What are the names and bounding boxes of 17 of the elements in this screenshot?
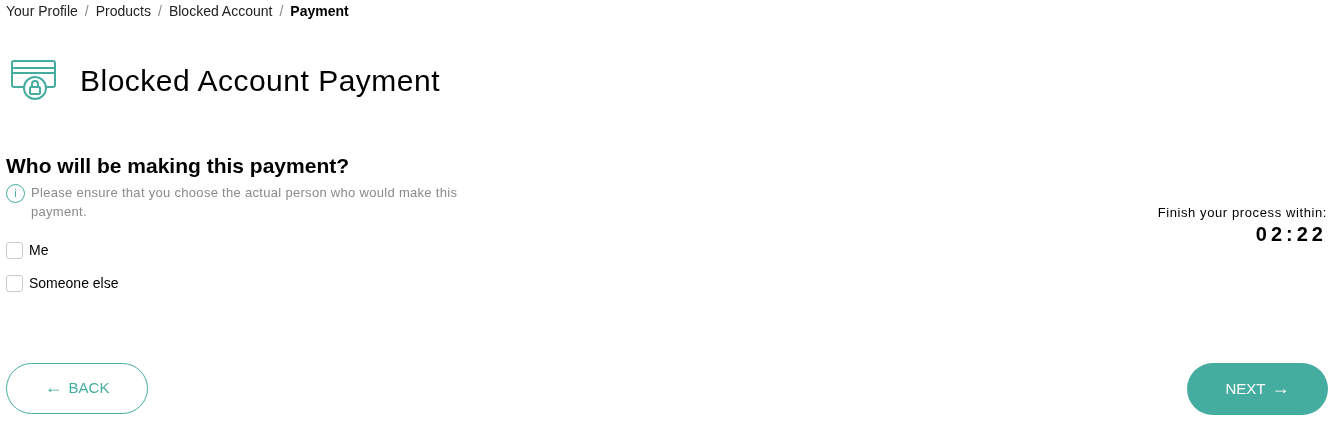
timer-label: Finish your process within:: [1157, 204, 1327, 222]
breadcrumb-link[interactable]: Blocked Account: [168, 1, 273, 22]
breadcrumb-current[interactable]: Payment: [290, 1, 349, 22]
checkbox[interactable]: [6, 275, 23, 292]
breadcrumb-link[interactable]: Products: [95, 1, 151, 22]
option-label[interactable]: Me: [29, 240, 49, 261]
breadcrumb-separator: /: [279, 2, 284, 21]
option-label[interactable]: Someone else: [29, 273, 119, 294]
timer-value: 02:22: [1255, 222, 1327, 245]
breadcrumb-link[interactable]: Your Profile: [6, 1, 78, 22]
breadcrumb-separator: /: [84, 2, 89, 21]
question-heading: Who will be making this payment?: [6, 153, 351, 179]
checkbox[interactable]: [6, 242, 23, 259]
breadcrumb-separator: /: [158, 2, 162, 21]
card-lock-icon: [11, 59, 58, 101]
page-title: Blocked Account Payment: [80, 62, 441, 99]
info-text: Please ensure that you choose the actual person who would make this payment.: [31, 184, 459, 221]
